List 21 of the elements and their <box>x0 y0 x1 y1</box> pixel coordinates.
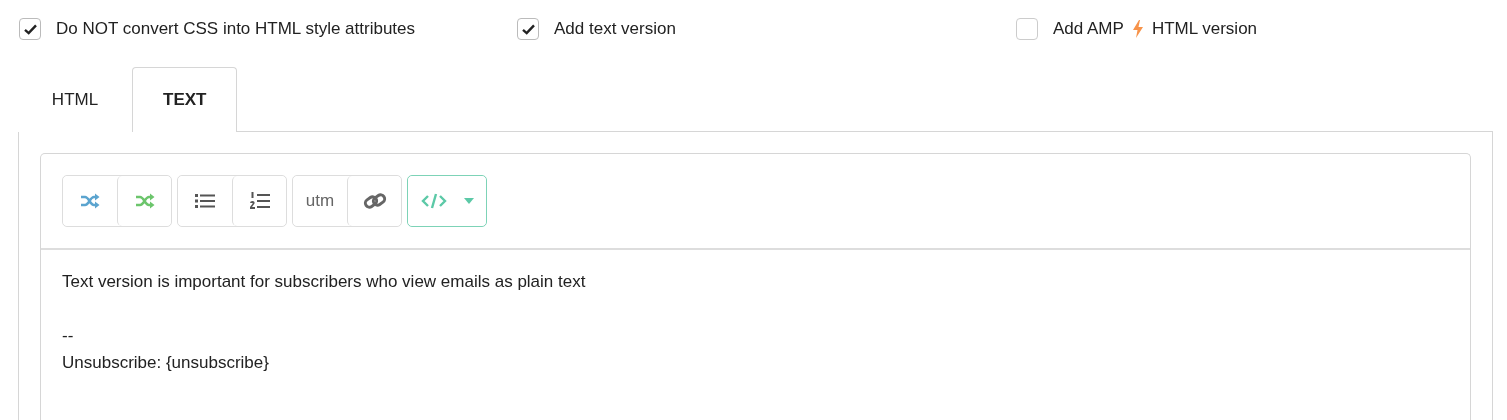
option-label: HTML version <box>1151 19 1258 39</box>
numbered-list-icon <box>249 192 270 210</box>
caret-icon <box>463 198 474 204</box>
text-line: Unsubscribe: {unsubscribe} <box>62 352 270 374</box>
checkbox[interactable] <box>19 18 41 40</box>
checkbox[interactable] <box>1016 18 1038 40</box>
option-label: Do NOT convert CSS into HTML style attributes <box>56 19 415 39</box>
option-label: Add text version <box>554 19 676 39</box>
link-button[interactable] <box>347 176 401 226</box>
code-icon <box>420 193 447 209</box>
text-line: -- <box>62 325 75 347</box>
text-line: Text version is important for subscribers who view emails as plain text <box>62 271 587 293</box>
tab[interactable]: TEXT <box>132 67 238 132</box>
lightning-icon <box>1132 20 1143 38</box>
link-icon <box>362 191 387 211</box>
option-label: Add AMP <box>1053 19 1124 39</box>
checkbox[interactable] <box>517 18 539 40</box>
numbered-list-button[interactable] <box>232 176 286 226</box>
check-icon <box>23 23 37 35</box>
check-icon <box>521 23 535 35</box>
bullet-list-icon <box>195 193 215 209</box>
